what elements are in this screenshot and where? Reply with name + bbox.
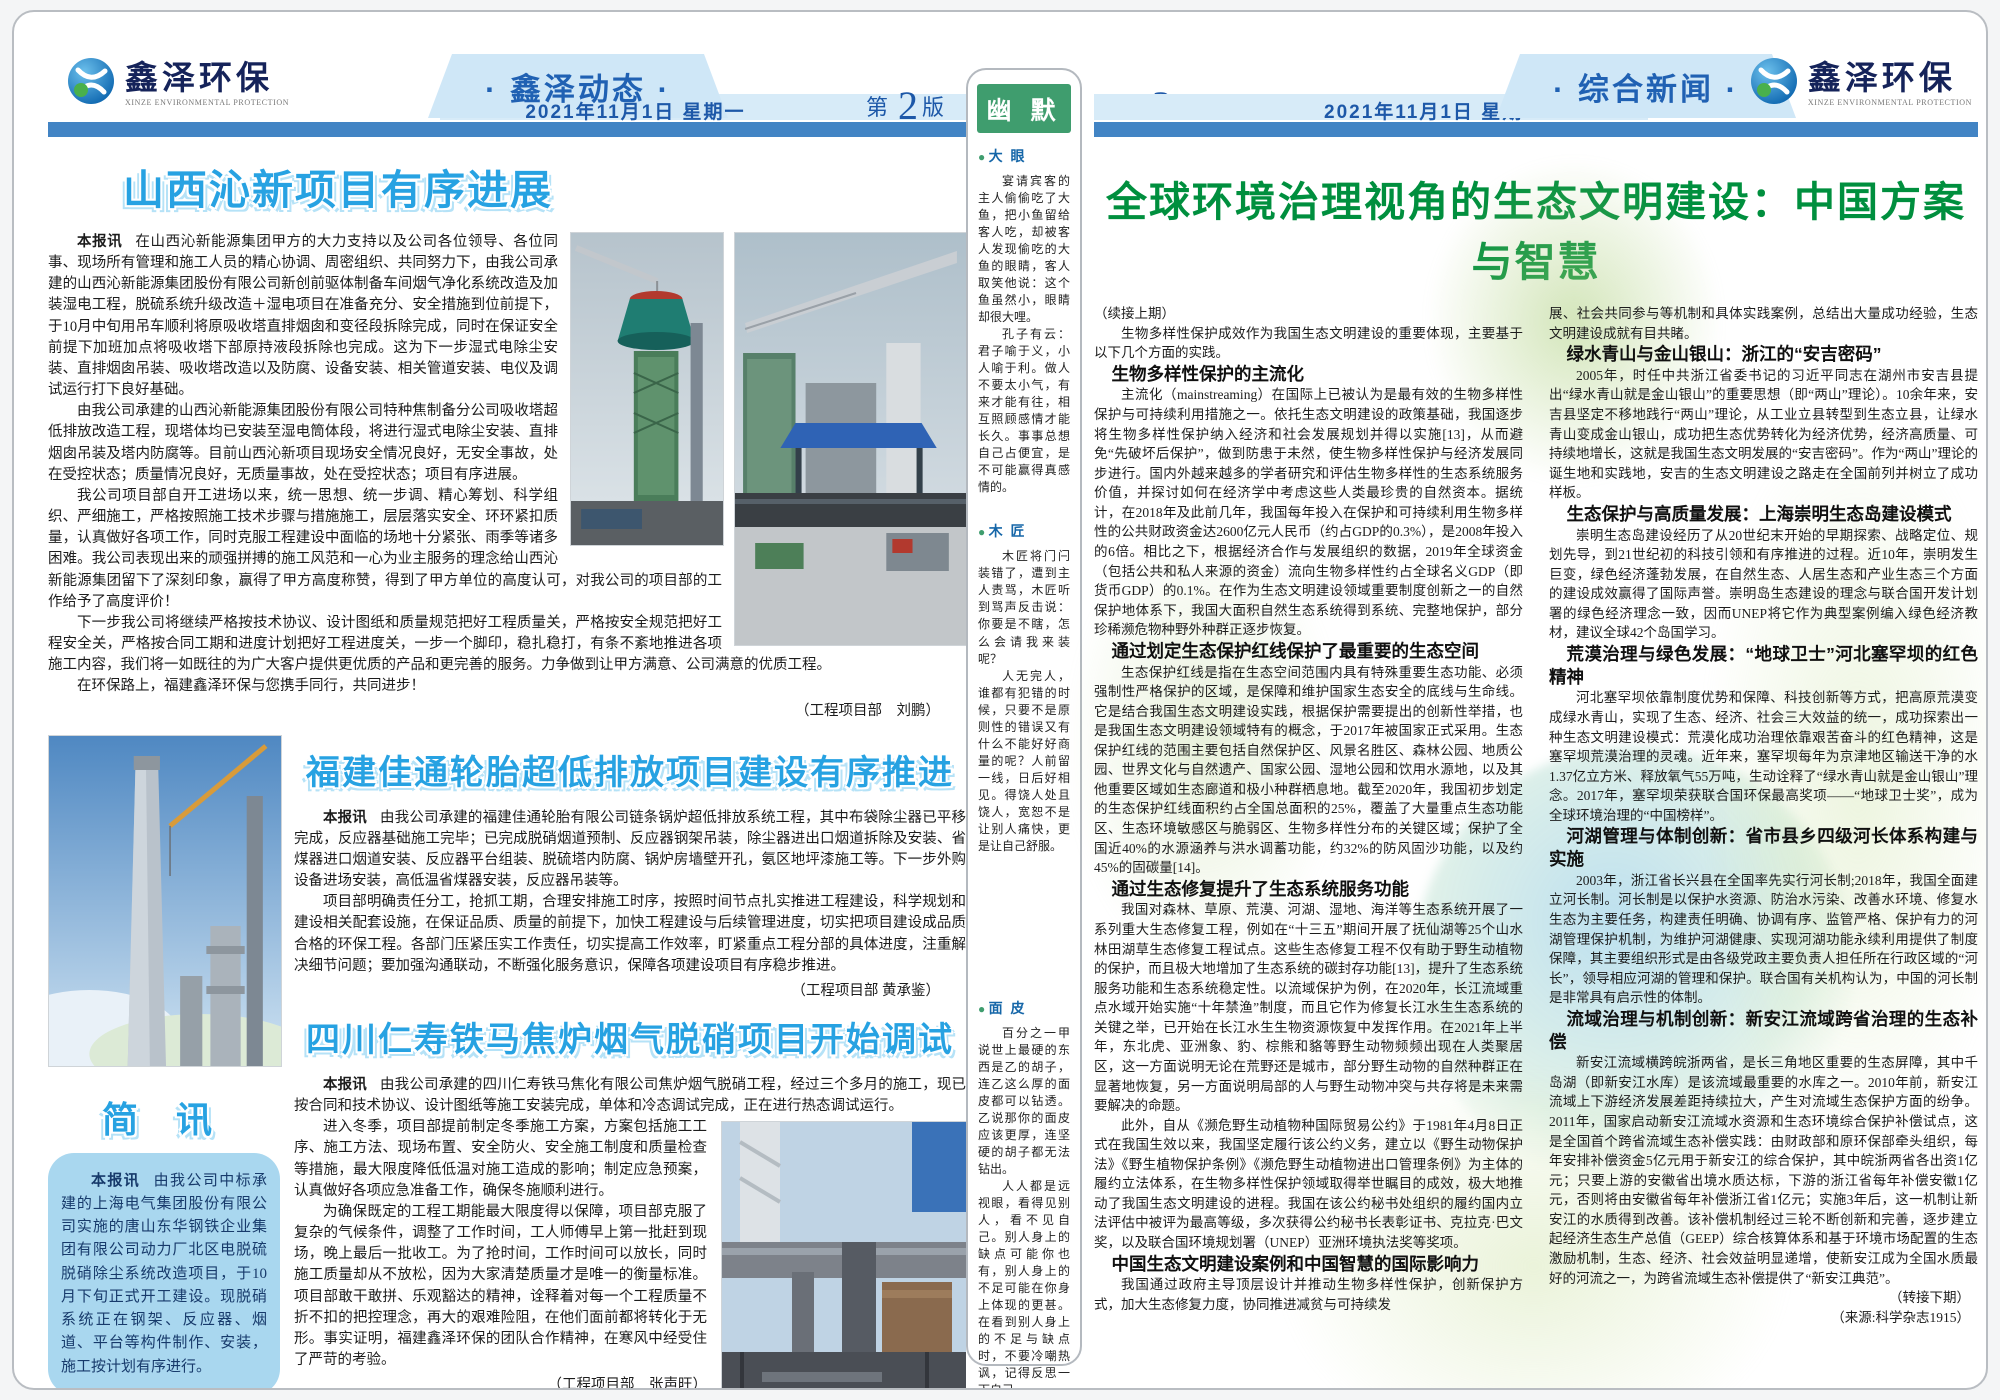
article1-photo-crane bbox=[570, 232, 722, 544]
brand-logo-icon bbox=[1749, 56, 1799, 111]
column-block: 中国生态文明建设案例和中国智慧的国际影响力 bbox=[1094, 1253, 1523, 1276]
page-3: 第3版 2021年11月1日 星期一 · 综合新闻 · bbox=[1094, 46, 1978, 1386]
humor-block bbox=[978, 855, 1070, 973]
article1-photo-site bbox=[734, 232, 966, 644]
article1-byline: （工程项目部 刘鹏） bbox=[48, 701, 966, 722]
brief-box: 本报讯由我公司中标承建的上海电气集团股份有限公司实施的唐山东华钢铁企业集团有限公… bbox=[48, 1153, 280, 1390]
brand-title: 鑫泽环保 bbox=[1808, 61, 1972, 94]
humor-block: 面 皮 bbox=[978, 999, 1070, 1019]
article2-title: 福建佳通轮胎超低排放项目建设有序推进 bbox=[294, 745, 966, 794]
page3-header: 第3版 2021年11月1日 星期一 · 综合新闻 · bbox=[1094, 46, 1978, 142]
page2-header: 鑫泽环保 XINZE ENVIRONMENTAL PROTECTION · 鑫泽… bbox=[48, 46, 966, 142]
article-fujian-giti: 福建佳通轮胎超低排放项目建设有序推进 本报讯由我公司承建的福建佳通轮胎有限公司链… bbox=[294, 745, 966, 1002]
article1-title: 山西沁新项目有序进展 bbox=[58, 156, 618, 216]
column-block: 生态保护红线是指在生态空间范围内具有特殊重要生态功能、必须强制性严格保护的区域，… bbox=[1094, 663, 1523, 878]
article2-byline: （工程项目部 黄承鉴） bbox=[294, 981, 966, 1002]
column-block: （来源:科学杂志1915） bbox=[1549, 1308, 1978, 1328]
humor-title: 幽 默 bbox=[977, 84, 1071, 133]
column-block: 生物多样性保护的主流化 bbox=[1094, 363, 1523, 386]
column-block: 生物多样性保护成效作为我国生态文明建设的重要体现，主要基于以下几个方面的实践。 bbox=[1094, 324, 1523, 363]
brand-subtitle: XINZE ENVIRONMENTAL PROTECTION bbox=[1808, 99, 1972, 107]
brief-lead: 本报讯 bbox=[91, 1172, 140, 1189]
humor-block: 宴请宾客的主人偷偷吃了大鱼，把小鱼留给客人吃，却被客人发现偷吃的大鱼的眼睛，客人… bbox=[978, 173, 1070, 326]
column-block: 2005年，时任中共浙江省委书记的习近平同志在湖州市安吉县提出“绿水青山就是金山… bbox=[1549, 366, 1978, 503]
column-block: 展、社会共同参与等机制和具体实践案例，总结出大量成功经验，生态文明建设成就有目共… bbox=[1549, 304, 1978, 343]
article2-lead: 本报讯 bbox=[323, 810, 367, 826]
column-block: 生态保护与高质量发展：上海崇明生态岛建设模式 bbox=[1549, 503, 1978, 526]
newspaper-sheet: 鑫泽环保 XINZE ENVIRONMENTAL PROTECTION · 鑫泽… bbox=[12, 10, 1988, 1390]
brand-logo-icon bbox=[66, 56, 116, 111]
column-block: 主流化（mainstreaming）在国际上已被认为是最有效的生物多样性保护与可… bbox=[1094, 385, 1523, 639]
humor-block: 人无完人，谁都有犯错的时候，只要不是原则性的错误又有什么不能好好商量的呢？人前留… bbox=[978, 668, 1070, 855]
brief-title: 简 讯 bbox=[48, 1091, 280, 1143]
column-block: 通过划定生态保护红线保护了最重要的生态空间 bbox=[1094, 640, 1523, 663]
main-headline: 全球环境治理视角的生态文明建设：中国方案与智慧 bbox=[1094, 168, 1978, 288]
brand-title: 鑫泽环保 bbox=[125, 61, 289, 94]
humor-block: 木 匠 bbox=[978, 522, 1070, 542]
humor-block: 人人都是远视眼，看得见别人，看不见自己。别人身上的缺点可能你也有，别人身上的不足… bbox=[978, 1178, 1070, 1390]
article-column-2: 展、社会共同参与等机制和具体实践案例，总结出大量成功经验，生态文明建设成就有目共… bbox=[1549, 304, 1978, 1327]
humor-block: 百分之一甲说世上最硬的东西是乙的胡子，连乙这么厚的面皮都可以钻透。乙说那你的面皮… bbox=[978, 1025, 1070, 1178]
humor-column: 幽 默 大 眼宴请宾客的主人偷偷吃了大鱼，把小鱼留给客人吃，却被客人发现偷吃的大… bbox=[966, 68, 1082, 1366]
header-rule bbox=[48, 122, 966, 137]
column-block: 河湖管理与体制创新：省市县乡四级河长体系构建与实施 bbox=[1549, 825, 1978, 871]
article3-lead: 本报讯 bbox=[323, 1077, 367, 1093]
column-block: 崇明生态岛建设经历了从20世纪末开始的早期探索、战略定位、规划先导，到21世纪初… bbox=[1549, 526, 1978, 643]
header-rule bbox=[1094, 122, 1978, 137]
column-block: 2003年，浙江省长兴县在全国率先实行河长制;2018年，我国全面建立河长制。河… bbox=[1549, 871, 1978, 1008]
article3-photo-pipes bbox=[721, 1121, 966, 1390]
humor-block: 孔子有云：君子喻于义，小人喻于利。做人不要太小气，有来才能有往，相互照顾感情才能… bbox=[978, 326, 1070, 496]
column-block: 绿水青山与金山银山：浙江的“安吉密码” bbox=[1549, 343, 1978, 366]
column-block: 流域治理与机制创新：新安江流域跨省治理的生态补偿 bbox=[1549, 1008, 1978, 1054]
column-block: 河北塞罕坝依靠制度优势和保障、科技创新等方式，把高原荒漠变成绿水青山，实现了生态… bbox=[1549, 688, 1978, 825]
column-block: 我国对森林、草原、荒漠、河湖、湿地、海洋等生态系统开展了一系列重大生态修复工程，… bbox=[1094, 900, 1523, 1115]
column-block: （续接上期） bbox=[1094, 304, 1523, 324]
humor-sections: 大 眼宴请宾客的主人偷偷吃了大鱼，把小鱼留给客人吃，却被客人发现偷吃的大鱼的眼睛… bbox=[968, 147, 1080, 1390]
article2-paragraphs: 项目部明确责任分工，抢抓工期，合理安排施工时序，按照时间节点扎实推进工程建设，科… bbox=[294, 892, 966, 977]
section-banner-label: · 综合新闻 · bbox=[1553, 64, 1739, 109]
humor-block: 大 眼 bbox=[978, 147, 1070, 167]
article-sichuan-renshou: 四川仁寿铁马焦炉烟气脱硝项目开始调试 本报讯由我公司承建的四川仁寿铁马焦化有限公… bbox=[294, 1012, 966, 1390]
article2-photo-chimney bbox=[48, 735, 280, 1065]
page-2: 鑫泽环保 XINZE ENVIRONMENTAL PROTECTION · 鑫泽… bbox=[48, 46, 966, 1386]
article2-paragraph: 项目部明确责任分工，抢抓工期，合理安排施工时序，按照时间节点扎实推进工程建设，科… bbox=[294, 892, 966, 977]
article-column-1: （续接上期）生物多样性保护成效作为我国生态文明建设的重要体现，主要基于以下几个方… bbox=[1094, 304, 1523, 1327]
brand-logo: 鑫泽环保 XINZE ENVIRONMENTAL PROTECTION bbox=[1749, 56, 1972, 111]
left-rail: 简 讯 本报讯由我公司中标承建的上海电气集团股份有限公司实施的唐山东华钢铁企业集… bbox=[48, 735, 280, 1390]
column-block: 我国通过政府主导顶层设计并推动生物多样性保护，创新保护方式，加大生态修复力度，协… bbox=[1094, 1275, 1523, 1314]
column-block: 荒漠治理与绿色发展：“地球卫士”河北塞罕坝的红色精神 bbox=[1549, 643, 1978, 689]
column-block: （转接下期） bbox=[1549, 1288, 1978, 1308]
column-block: 通过生态修复提升了生态系统服务功能 bbox=[1094, 878, 1523, 901]
brand-subtitle: XINZE ENVIRONMENTAL PROTECTION bbox=[125, 99, 289, 107]
article1-paragraph: 在环保路上，福建鑫泽环保与您携手同行，共同进步！ bbox=[48, 676, 966, 697]
article1-lead: 本报讯 bbox=[77, 234, 122, 250]
column-block: 新安江流域横跨皖浙两省，是长三角地区重要的生态屏障，其中千岛湖（即新安江水库）是… bbox=[1549, 1053, 1978, 1288]
article-shanxi-qinxin: 山西沁新项目有序进展 bbox=[48, 156, 966, 723]
article3-title: 四川仁寿铁马焦炉烟气脱硝项目开始调试 bbox=[294, 1012, 966, 1061]
issue-date: 2021年11月1日 星期一 bbox=[525, 97, 745, 124]
brand-logo: 鑫泽环保 XINZE ENVIRONMENTAL PROTECTION bbox=[66, 56, 289, 111]
column-block: 此外，自从《濒危野生动植物种国际贸易公约》于1981年4月8日正式在我国生效以来… bbox=[1094, 1116, 1523, 1253]
humor-block: 木匠将门闩装错了，遭到主人责骂，木匠听到骂声反击说：你要是不瞎，怎么会请我来装呢… bbox=[978, 548, 1070, 667]
